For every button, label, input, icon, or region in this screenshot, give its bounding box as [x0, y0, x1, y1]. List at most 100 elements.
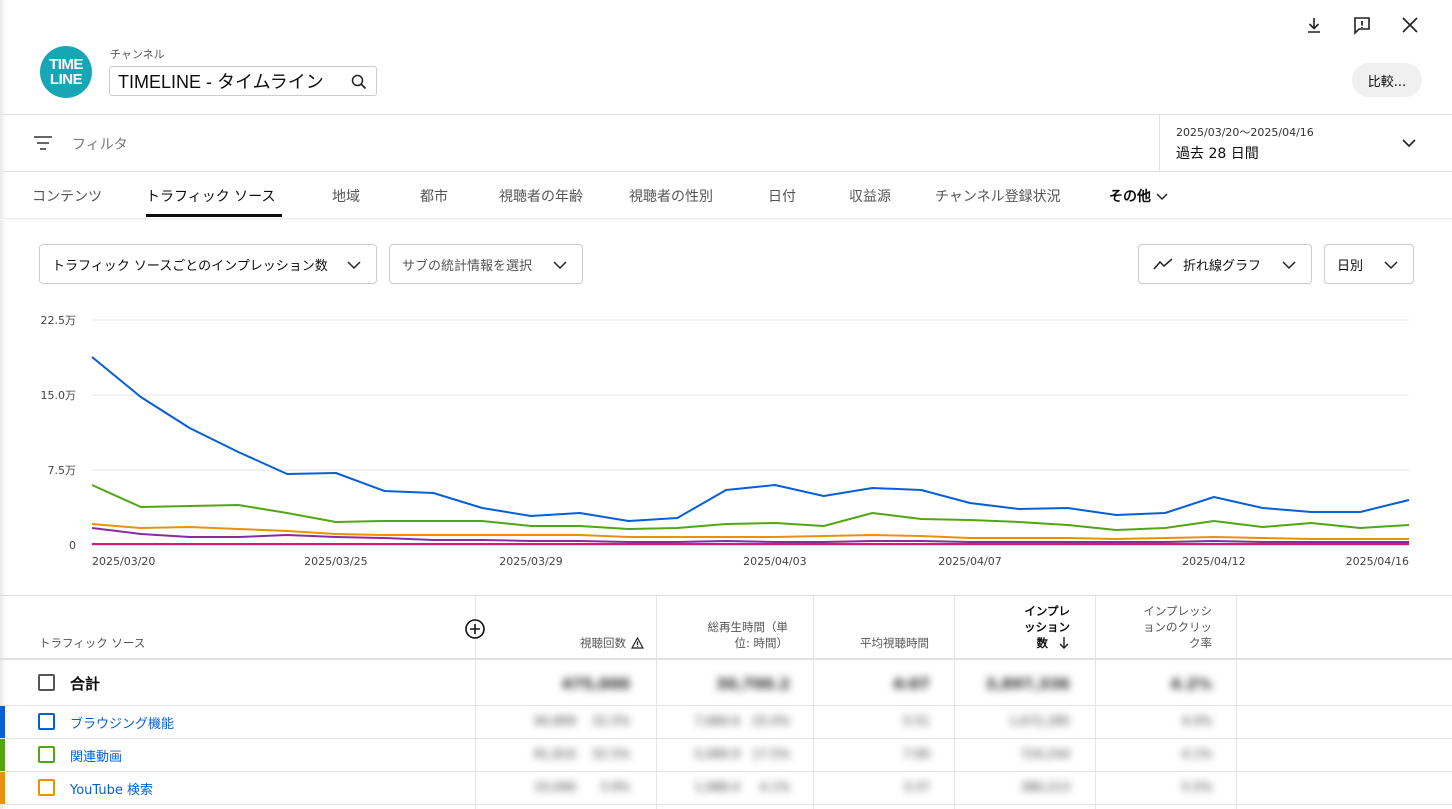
tab-traffic-source[interactable]: トラフィック ソース — [146, 186, 275, 206]
row-impressions: 380,213 — [1020, 780, 1070, 794]
chevron-down-icon — [1384, 261, 1398, 270]
column-divider — [656, 596, 657, 809]
series-line — [91, 356, 1410, 522]
row-checkbox[interactable] — [38, 713, 55, 730]
tab-gender[interactable]: 視聴者の性別 — [629, 186, 713, 206]
tabs-shadow — [0, 218, 1452, 220]
row-watch-time: 1,088.4 — [694, 780, 740, 794]
col-header-views-label: 視聴回数 — [580, 636, 626, 650]
col-header-watch-time[interactable]: 総再生時間（単 位: 時間） — [708, 619, 789, 651]
row-impressions: 724,244 — [1020, 747, 1070, 761]
row-label-browse[interactable]: ブラウジング機能 — [70, 713, 174, 732]
col-header-ctr-line3: ク率 — [1189, 636, 1212, 650]
chevron-down-icon — [347, 261, 361, 270]
col-header-views[interactable]: 視聴回数 — [580, 635, 644, 651]
col-header-watch-time-line2: 位: 時間） — [734, 636, 788, 650]
granularity-dropdown[interactable]: 日別 — [1324, 244, 1414, 284]
tab-age[interactable]: 視聴者の年齢 — [499, 186, 583, 206]
tab-more[interactable]: その他 — [1109, 186, 1169, 206]
row-checkbox[interactable] — [38, 779, 55, 796]
total-views: 475,000 — [561, 675, 630, 693]
granularity-label: 日別 — [1337, 258, 1364, 274]
col-header-source[interactable]: トラフィック ソース — [39, 635, 145, 651]
col-header-impressions-line1: インプレ — [1024, 604, 1070, 618]
sub-metric-dropdown[interactable]: サブの統計情報を選択 — [389, 244, 583, 284]
line-chart[interactable]: 0 7.5万 15.0万 22.5万 2025/03/20 2025/03/25 2025/… — [0, 300, 1452, 580]
row-divider — [0, 771, 1452, 772]
series-line — [91, 527, 1409, 543]
row-checkbox[interactable] — [38, 746, 55, 763]
warning-icon — [631, 637, 644, 649]
tab-region[interactable]: 地域 — [332, 186, 360, 206]
col-header-impressions-line2: ッション — [1024, 620, 1070, 634]
row-label-related[interactable]: 関連動画 — [70, 746, 122, 765]
compare-button[interactable]: 比較... — [1352, 63, 1422, 97]
metric-dropdown-label: トラフィック ソースごとのインプレッション数 — [52, 258, 328, 274]
row-views-pct: 32.5% — [591, 714, 630, 728]
download-icon[interactable] — [1300, 11, 1328, 39]
tab-subscription-status[interactable]: チャンネル登録状況 — [935, 186, 1061, 206]
chevron-down-icon — [1282, 261, 1296, 270]
feedback-icon[interactable] — [1348, 11, 1376, 39]
chart-type-label: 折れ線グラフ — [1183, 258, 1262, 274]
active-tab-indicator — [146, 214, 282, 217]
row-ctr: 4.0% — [1181, 714, 1213, 728]
date-range[interactable]: 2025/03/20〜2025/04/16 — [1176, 124, 1314, 140]
tab-city[interactable]: 都市 — [420, 186, 448, 206]
tab-revenue-source[interactable]: 収益源 — [849, 186, 891, 206]
tab-more-label: その他 — [1109, 189, 1151, 205]
total-watch-time: 30,700.2 — [715, 675, 790, 693]
channel-logo: TIME LINE — [40, 46, 92, 98]
column-divider — [1095, 596, 1096, 809]
column-divider — [813, 596, 814, 809]
row-impressions: 1,672,285 — [1008, 714, 1070, 728]
row-watch-pct: 17.5% — [751, 747, 790, 761]
tab-date[interactable]: 日付 — [768, 186, 796, 206]
col-header-ctr-line2: ョンのクリッ — [1143, 620, 1212, 634]
channel-label: チャンネル — [110, 48, 165, 61]
total-checkbox[interactable] — [38, 674, 55, 691]
chevron-down-icon — [1156, 193, 1168, 201]
metric-dropdown[interactable]: トラフィック ソースごとのインプレッション数 — [39, 244, 377, 284]
tab-content[interactable]: コンテンツ — [32, 186, 102, 206]
divider — [0, 114, 1452, 115]
row-views: 94,899 — [534, 714, 576, 728]
x-tick-label: 2025/03/29 — [499, 555, 562, 568]
row-avg-duration: 7:00 — [903, 747, 930, 761]
col-header-ctr[interactable]: インプレッシ ョンのクリッ ク率 — [1143, 603, 1212, 651]
row-watch-pct: 25.0% — [751, 714, 790, 728]
y-tick-label: 0 — [69, 539, 76, 552]
row-views: 33,090 — [534, 780, 576, 794]
row-views: 81,810 — [534, 747, 576, 761]
channel-name: TIMELINE - タイムライン — [118, 72, 324, 92]
chevron-down-icon[interactable] — [1400, 134, 1418, 156]
col-header-impressions[interactable]: インプレ ッション 数 — [1024, 603, 1070, 651]
col-header-watch-time-line1: 総再生時間（単 — [707, 620, 789, 634]
column-divider — [954, 596, 955, 809]
filter-input[interactable]: フィルタ — [72, 134, 128, 154]
search-icon[interactable] — [350, 73, 368, 95]
row-avg-duration: 5:51 — [903, 714, 930, 728]
x-tick-label: 2025/03/25 — [304, 555, 367, 568]
y-tick-label: 15.0万 — [41, 389, 77, 402]
chevron-down-icon — [553, 261, 567, 270]
row-label-youtube-search[interactable]: YouTube 検索 — [70, 779, 153, 798]
series-color-bar — [0, 706, 5, 738]
filter-icon[interactable] — [32, 134, 54, 156]
chart-type-dropdown[interactable]: 折れ線グラフ — [1138, 244, 1312, 284]
sub-metric-dropdown-label: サブの統計情報を選択 — [402, 258, 533, 274]
total-label: 合計 — [70, 675, 101, 693]
logo-text-top: TIME — [49, 56, 83, 73]
date-divider — [1159, 115, 1160, 172]
row-views-pct: 3.9% — [599, 780, 631, 794]
channel-selector[interactable]: TIMELINE - タイムライン — [109, 66, 377, 96]
col-header-avg-duration[interactable]: 平均視聴時間 — [860, 635, 929, 651]
col-header-impressions-line3: 数 — [1036, 636, 1049, 650]
close-icon[interactable] — [1396, 11, 1424, 39]
header-divider — [0, 658, 1452, 660]
add-column-icon[interactable] — [464, 618, 486, 644]
row-divider — [0, 705, 1452, 706]
date-period[interactable]: 過去 28 日間 — [1176, 143, 1259, 163]
series-line — [91, 523, 1409, 540]
row-divider — [0, 804, 1452, 805]
